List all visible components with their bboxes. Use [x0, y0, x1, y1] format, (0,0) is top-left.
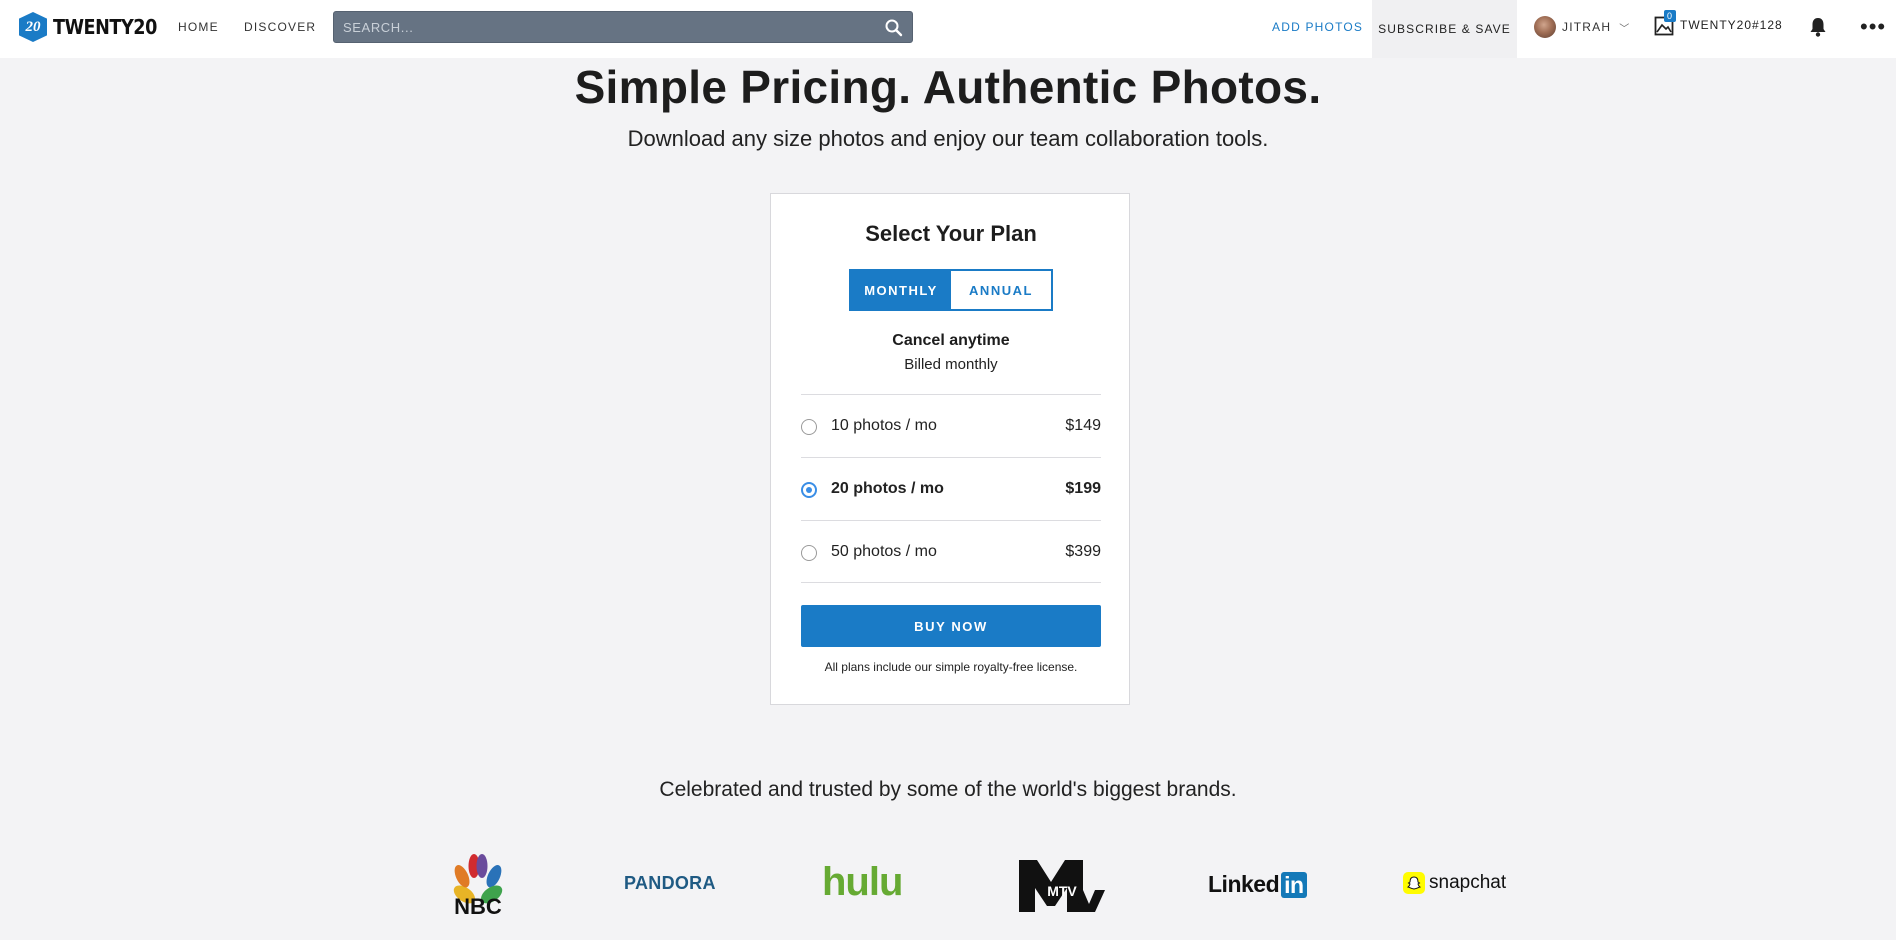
image-icon: 0: [1654, 10, 1677, 36]
linkedin-logo: Linked in: [1208, 871, 1307, 898]
plan-price: $399: [1065, 542, 1101, 560]
plan-radio[interactable]: [801, 544, 817, 561]
top-nav: 20 TWENTY20 HOME DISCOVER ADD PHOTOS SUB…: [0, 0, 1896, 58]
more-icon[interactable]: •••: [1860, 16, 1886, 38]
plan-label: 10 photos / mo: [831, 417, 937, 434]
plan-label: 50 photos / mo: [831, 542, 937, 560]
monthly-toggle-button[interactable]: MONTHLY: [851, 271, 951, 309]
lightbox-count-badge: 0: [1664, 10, 1677, 22]
buy-now-button[interactable]: BUY NOW: [801, 605, 1101, 647]
page-subtitle: Download any size photos and enjoy our t…: [627, 126, 1269, 151]
pandora-logo: PANDORA: [624, 873, 716, 893]
user-name: JITRAH: [1562, 20, 1612, 34]
plan-card: Select Your Plan MONTHLY ANNUAL Cancel a…: [770, 193, 1130, 705]
logo-badge: 20: [19, 12, 47, 42]
logo[interactable]: 20 TWENTY20: [19, 12, 171, 42]
search-input[interactable]: [334, 12, 912, 42]
annual-toggle-button[interactable]: ANNUAL: [951, 271, 1051, 309]
plan-radio[interactable]: [801, 482, 817, 498]
lightbox-label: TWENTY20#128: [1680, 18, 1783, 32]
nav-discover-link[interactable]: DISCOVER: [244, 20, 316, 34]
cancel-anytime-text: Cancel anytime: [892, 332, 1010, 349]
plan-list: 10 photos / mo $149 20 photos / mo $199 …: [801, 394, 1101, 583]
brands-heading: Celebrated and trusted by some of the wo…: [659, 778, 1237, 801]
plan-option-50[interactable]: 50 photos / mo $399: [801, 520, 1101, 583]
plan-option-20[interactable]: 20 photos / mo $199: [801, 457, 1101, 520]
logo-text: TWENTY20: [53, 15, 157, 39]
svg-text:NBC: NBC: [454, 894, 502, 916]
add-photos-link[interactable]: ADD PHOTOS: [1272, 20, 1363, 34]
hulu-logo: hulu: [822, 860, 903, 904]
nbc-logo: NBC: [453, 854, 503, 916]
plan-label: 20 photos / mo: [831, 480, 944, 497]
plan-card-title: Select Your Plan: [865, 221, 1037, 246]
snapchat-logo: snapchat: [1403, 872, 1506, 894]
plan-price: $199: [1065, 480, 1101, 497]
snapchat-ghost-icon: [1403, 872, 1425, 894]
svg-text:MTV: MTV: [1047, 883, 1077, 899]
license-note: All plans include our simple royalty-fre…: [824, 660, 1078, 674]
plan-radio[interactable]: [801, 419, 817, 435]
subscribe-save-link[interactable]: SUBSCRIBE & SAVE: [1372, 0, 1517, 58]
avatar: [1534, 16, 1556, 38]
mtv-logo: MTV: [1019, 860, 1105, 912]
search-bar: [333, 11, 913, 43]
nav-home-link[interactable]: HOME: [178, 20, 219, 34]
user-menu[interactable]: JITRAH ﹀: [1534, 16, 1630, 38]
bell-icon[interactable]: [1808, 16, 1828, 38]
plan-price: $149: [1065, 417, 1101, 434]
lightbox-menu[interactable]: 0 TWENTY20#128: [1654, 10, 1783, 36]
plan-option-10[interactable]: 10 photos / mo $149: [801, 394, 1101, 457]
billed-monthly-text: Billed monthly: [904, 356, 998, 373]
page-title: Simple Pricing. Authentic Photos.: [574, 61, 1322, 113]
search-icon[interactable]: [884, 18, 904, 38]
chevron-down-icon: ﹀: [1619, 23, 1631, 35]
billing-toggle: MONTHLY ANNUAL: [849, 269, 1053, 311]
